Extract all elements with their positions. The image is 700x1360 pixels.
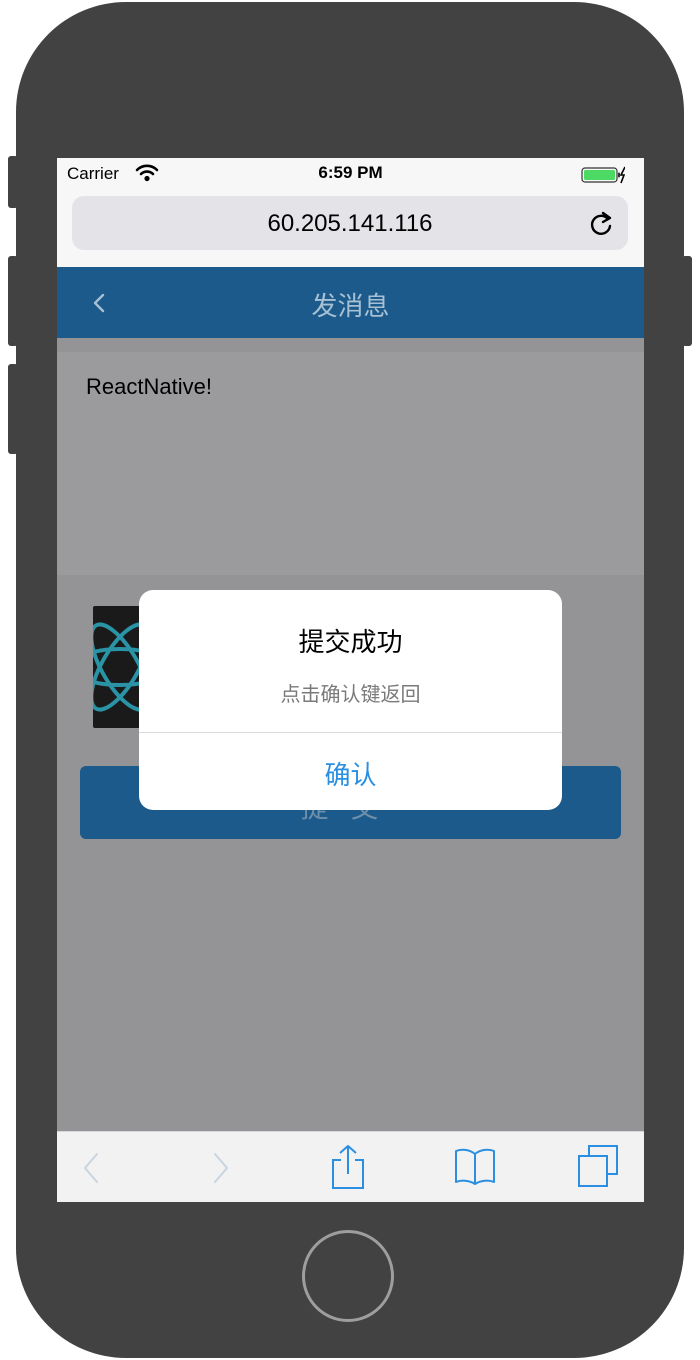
alert-title: 提交成功 [298,627,403,657]
react-logo-icon [93,622,141,712]
status-time: 6:59 PM [318,163,383,182]
image-thumbnail[interactable] [93,606,141,728]
message-textarea[interactable]: ReactNative! [57,352,644,575]
phone-screen: Carrier 6:59 PM 60.205.141.116 发消息 React… [57,158,644,1202]
alert-confirm-label: 确认 [324,760,377,790]
alert-confirm-button[interactable]: 确认 [139,733,562,810]
page-title: 发消息 [311,291,390,321]
address-text: 60.205.141.116 [267,210,433,237]
browser-address-area: 60.205.141.116 [57,190,644,267]
status-bar: Carrier 6:59 PM [57,158,644,190]
forward-arrow-icon[interactable] [209,1150,233,1186]
browser-toolbar [57,1131,644,1202]
app-nav-bar: 发消息 [57,267,644,338]
share-icon[interactable] [329,1144,367,1190]
reload-icon[interactable] [588,210,616,238]
message-text: ReactNative! [86,374,212,399]
home-button[interactable] [302,1230,394,1322]
alert-message: 点击确认键返回 [280,684,421,706]
bookmarks-icon[interactable] [453,1146,497,1186]
battery-charging-icon [581,166,625,184]
tabs-icon[interactable] [577,1144,619,1188]
address-bar[interactable]: 60.205.141.116 [72,196,628,250]
alert-dialog: 提交成功 点击确认键返回 确认 [139,590,562,810]
back-arrow-icon[interactable] [79,1150,103,1186]
